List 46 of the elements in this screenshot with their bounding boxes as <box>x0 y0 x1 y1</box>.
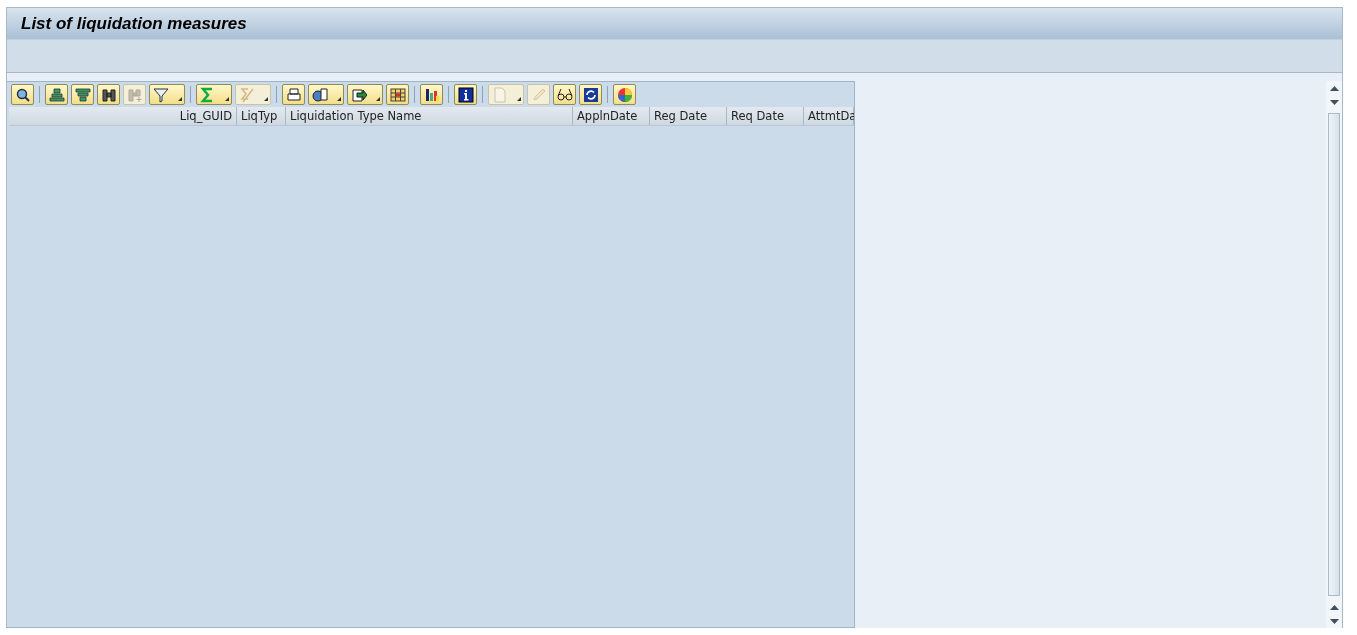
export-button[interactable] <box>347 84 383 105</box>
sort-descending-button[interactable] <box>71 84 94 105</box>
color-button[interactable] <box>613 84 636 105</box>
scroll-up-icon[interactable] <box>1329 604 1339 610</box>
sort-ascending-icon <box>48 86 65 103</box>
print-icon <box>285 86 302 103</box>
document-icon <box>492 86 508 103</box>
bar-chart-icon <box>423 86 440 103</box>
scroll-down-icon[interactable] <box>1329 618 1339 624</box>
table-layout-icon <box>389 86 406 103</box>
column-header[interactable]: Req Date <box>727 107 804 125</box>
details-button[interactable] <box>11 84 34 105</box>
column-header[interactable]: ApplnDate <box>573 107 650 125</box>
column-header[interactable]: Liquidation Type Name <box>286 107 573 125</box>
info-icon <box>457 86 474 103</box>
column-header[interactable]: Reg Date <box>650 107 727 125</box>
scroll-up-icon[interactable] <box>1329 85 1339 91</box>
details-icon <box>14 86 31 103</box>
views-button[interactable] <box>308 84 344 105</box>
filter-icon <box>153 86 169 103</box>
scrollbar[interactable] <box>1326 81 1342 628</box>
sort-descending-icon <box>74 86 91 103</box>
window-title: List of liquidation measures <box>21 13 247 34</box>
graphic-button[interactable] <box>420 84 443 105</box>
binoculars-icon <box>100 86 117 103</box>
layout-button[interactable] <box>386 84 409 105</box>
column-header[interactable]: Liq_GUID <box>9 107 237 125</box>
pencil-icon <box>530 86 547 103</box>
scroll-thumb[interactable] <box>1328 113 1340 596</box>
sum-button[interactable] <box>196 84 232 105</box>
export-icon <box>351 86 367 103</box>
subtotal-icon <box>239 86 255 103</box>
refresh-icon <box>582 86 599 103</box>
binoculars-plus-icon <box>126 86 143 103</box>
filter-button[interactable] <box>149 84 185 105</box>
color-wheel-icon <box>616 86 633 103</box>
scroll-down-icon[interactable] <box>1329 99 1339 105</box>
views-icon <box>312 86 328 103</box>
sort-ascending-button[interactable] <box>45 84 68 105</box>
refresh-button[interactable] <box>579 84 602 105</box>
glasses-icon <box>556 86 573 103</box>
display-button[interactable] <box>553 84 576 105</box>
column-header[interactable]: LiqTyp <box>237 107 286 125</box>
find-button[interactable] <box>97 84 120 105</box>
print-button[interactable] <box>282 84 305 105</box>
info-button[interactable] <box>454 84 477 105</box>
